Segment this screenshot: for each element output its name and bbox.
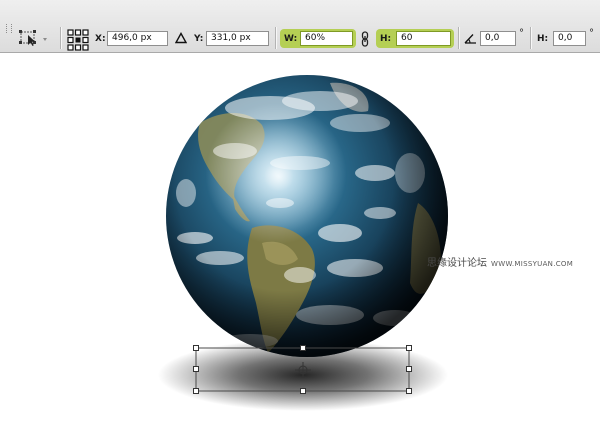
chevron-down-icon [43, 38, 47, 41]
w-label: W: [284, 34, 298, 44]
transform-handle-bottom-left[interactable] [193, 388, 199, 394]
transform-handle-top-right[interactable] [406, 345, 412, 351]
skew-degree-unit: ° [589, 28, 594, 39]
transform-handle-top-left[interactable] [193, 345, 199, 351]
toolbar-separator [60, 27, 62, 49]
watermark: 思缘设计论坛 WWW.MISSYUAN.COM [427, 258, 573, 270]
document-canvas[interactable]: 思缘设计论坛 WWW.MISSYUAN.COM [0, 53, 600, 432]
relative-position-triangle-icon[interactable] [175, 32, 187, 44]
watermark-site-text: WWW.MISSYUAN.COM [491, 260, 574, 268]
horizontal-skew-field[interactable]: 0,0 [553, 31, 586, 46]
transform-handle-top-center[interactable] [300, 345, 306, 351]
transform-handle-middle-right[interactable] [406, 366, 412, 372]
width-field[interactable]: 60% [300, 31, 353, 46]
chain-link-icon[interactable] [360, 31, 370, 47]
transform-handle-bottom-center[interactable] [300, 388, 306, 394]
rotate-field[interactable]: 0,0 [480, 31, 516, 46]
app-window: X: 496,0 px Y: 331,0 px W: 60% H: 60 0,0… [0, 0, 600, 432]
reference-point-grid-icon[interactable] [67, 29, 89, 51]
y-label: Y: [194, 34, 204, 44]
x-position-field[interactable]: 496,0 px [107, 31, 168, 46]
toolbar-separator [458, 27, 460, 49]
height-field[interactable]: 60 [396, 31, 451, 46]
transform-handle-bottom-right[interactable] [406, 388, 412, 394]
toolbar-separator [275, 27, 277, 49]
transform-handle-middle-left[interactable] [193, 366, 199, 372]
y-position-field[interactable]: 331,0 px [206, 31, 269, 46]
globe-artwork [158, 75, 448, 411]
h-label: H: [380, 34, 392, 44]
x-label: X: [95, 34, 106, 44]
rotate-degree-unit: ° [519, 28, 524, 39]
watermark-chinese-text: 思缘设计论坛 [427, 258, 487, 269]
horizontal-skew-label: H: [537, 34, 549, 44]
options-bar: X: 496,0 px Y: 331,0 px W: 60% H: 60 0,0… [0, 0, 600, 53]
toolbar-separator [530, 27, 532, 49]
transform-selection-icon[interactable] [17, 28, 61, 52]
rotate-angle-icon[interactable] [464, 32, 477, 44]
toolbar-grip-icon[interactable] [6, 24, 12, 33]
